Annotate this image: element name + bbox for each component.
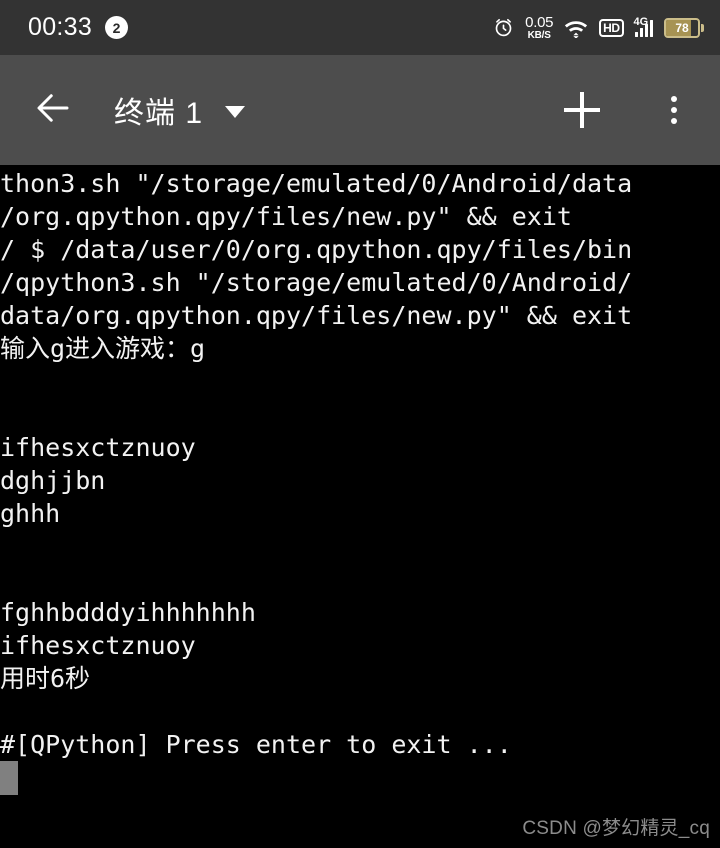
terminal-session-selector[interactable]: 终端 1 <box>114 88 246 132</box>
terminal-line: ifhesxctznuoy <box>0 631 196 660</box>
status-bar: 00:33 2 0.05 KB/S HD 4G 78 <box>0 0 720 55</box>
terminal-line: fghhbdddyihhhhhhh <box>0 598 256 627</box>
cellular-signal-icon: 4G <box>633 15 653 37</box>
hd-badge-icon: HD <box>599 18 624 37</box>
terminal-line: / $ /data/user/0/org.qpython.qpy/files/b… <box>0 235 633 264</box>
back-button[interactable] <box>30 87 76 133</box>
terminal-line: data/org.qpython.qpy/files/new.py" && ex… <box>0 301 633 330</box>
status-clock: 00:33 <box>28 13 93 41</box>
status-bar-right: 0.05 KB/S HD 4G 78 <box>493 15 704 41</box>
app-toolbar: 终端 1 <box>0 55 720 165</box>
network-speed-unit: KB/S <box>527 29 551 41</box>
back-arrow-icon <box>32 87 74 134</box>
network-speed-value: 0.05 <box>525 13 554 31</box>
terminal-line: /org.qpython.qpy/files/new.py" && exit <box>0 202 572 231</box>
wifi-icon <box>564 18 588 38</box>
signal-bar <box>649 19 653 37</box>
terminal-line: ifhesxctznuoy <box>0 433 196 462</box>
overflow-menu-button[interactable] <box>652 84 696 136</box>
more-vertical-icon <box>671 96 677 102</box>
network-generation-label: 4G <box>633 15 649 28</box>
terminal-line: 用时6秒 <box>0 664 91 693</box>
alarm-clock-icon <box>493 17 514 38</box>
chevron-down-icon[interactable] <box>225 106 246 118</box>
terminal-view[interactable]: thon3.sh "/storage/emulated/0/Android/da… <box>0 165 720 848</box>
terminal-line: 输入g进入游戏：g <box>0 334 206 363</box>
terminal-cursor <box>0 761 18 795</box>
watermark: CSDN @梦幻精灵_cq <box>522 818 710 839</box>
status-bar-left: 00:33 2 <box>28 13 129 41</box>
terminal-line: thon3.sh "/storage/emulated/0/Android/da… <box>0 169 633 198</box>
notification-count-badge: 2 <box>105 16 129 39</box>
terminal-line: /qpython3.sh "/storage/emulated/0/Androi… <box>0 268 633 297</box>
terminal-line: dghjjbn <box>0 466 106 495</box>
more-vertical-icon <box>671 118 677 124</box>
plus-icon-vertical <box>580 92 584 128</box>
terminal-line: ghhh <box>0 499 61 528</box>
battery-cap <box>701 23 704 32</box>
battery-body: 78 <box>664 17 700 38</box>
add-session-button[interactable] <box>556 84 608 136</box>
page-title: 终端 1 <box>114 97 204 130</box>
more-vertical-icon <box>671 107 677 113</box>
signal-bar <box>634 31 638 37</box>
battery-level-label: 78 <box>675 20 689 35</box>
network-speed-indicator: 0.05 KB/S <box>525 15 553 41</box>
signal-bar <box>639 27 643 37</box>
terminal-line: #[QPython] Press enter to exit ... <box>0 730 512 759</box>
terminal-output: thon3.sh "/storage/emulated/0/Android/da… <box>0 165 720 761</box>
battery-icon: 78 <box>664 17 704 38</box>
